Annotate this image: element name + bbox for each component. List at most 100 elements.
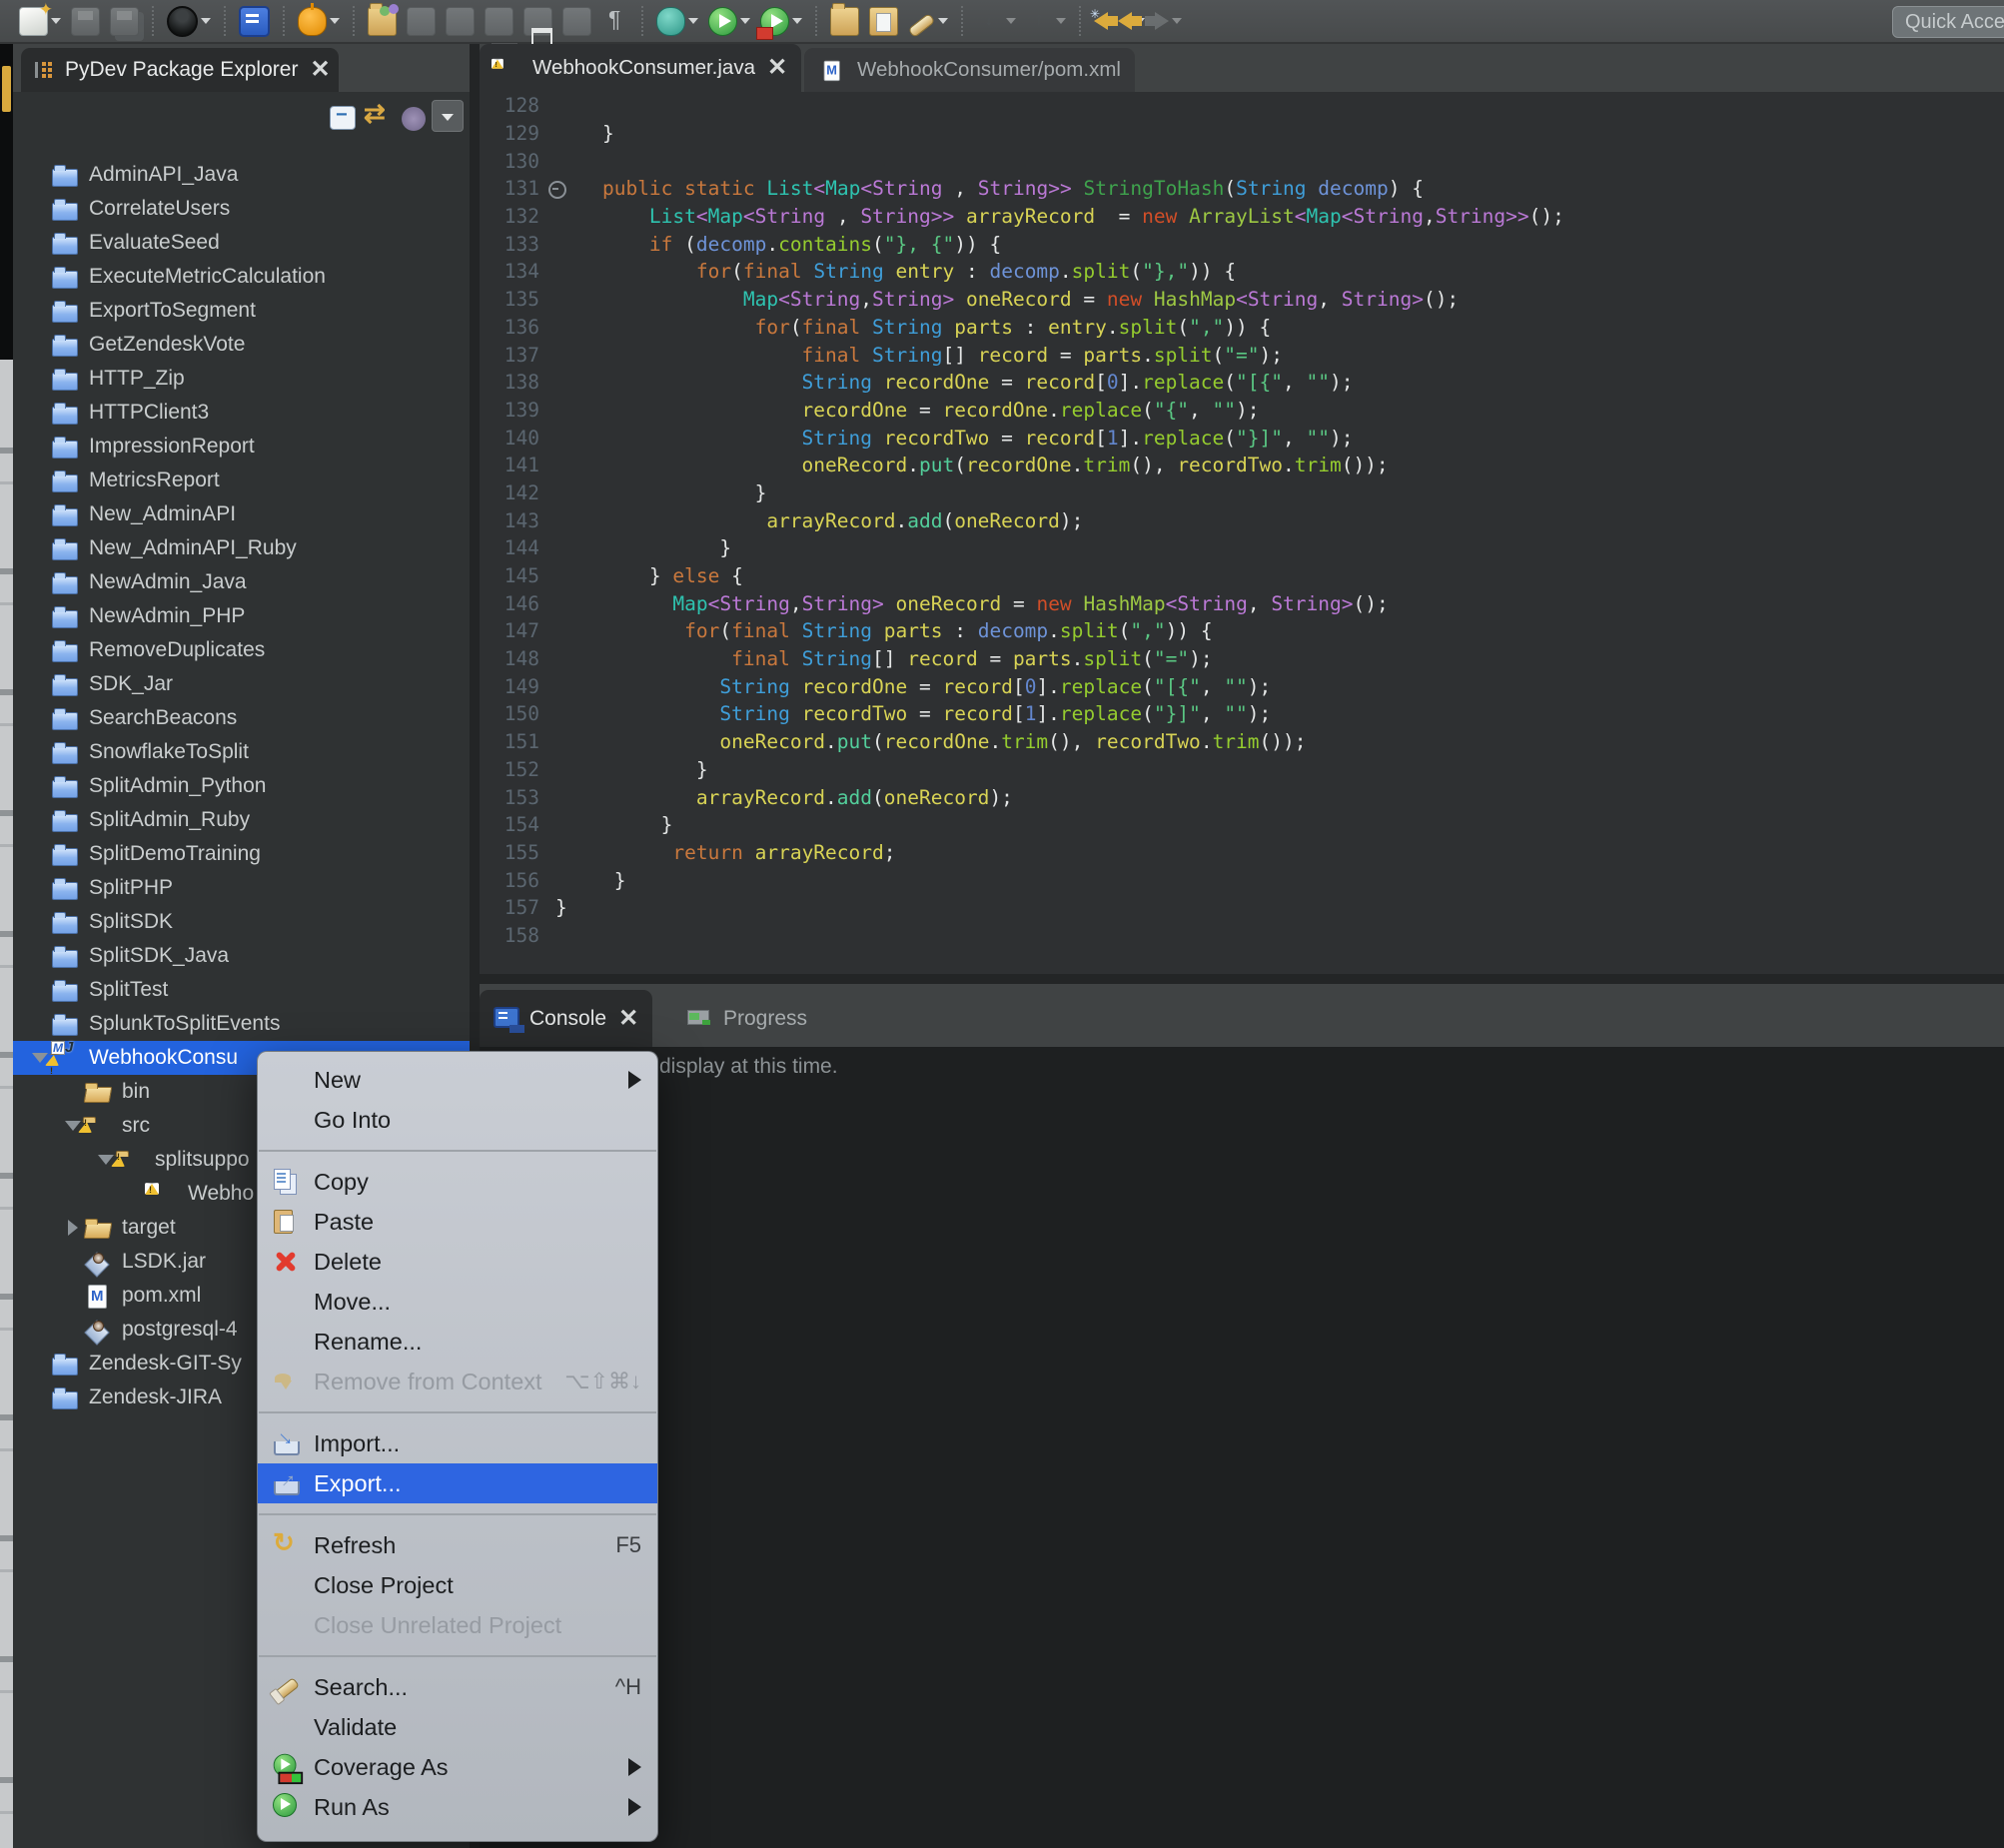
tree-item-newadmin-php[interactable]: NewAdmin_PHP	[13, 599, 470, 633]
menu-item-copy[interactable]: Copy	[258, 1162, 657, 1202]
fetch-down-dropdown-icon[interactable]	[1006, 18, 1016, 24]
menu-item-search-[interactable]: Search...^H	[258, 1667, 657, 1707]
checkstyle-dropdown-icon[interactable]	[330, 18, 340, 24]
open-file-button[interactable]	[828, 3, 861, 39]
clean-up-button[interactable]	[444, 3, 477, 39]
tree-item-new-adminapi-ruby[interactable]: New_AdminAPI_Ruby	[13, 531, 470, 565]
run-button[interactable]	[706, 3, 752, 39]
horizontal-sash[interactable]	[480, 974, 2004, 984]
tree-item-removeduplicates[interactable]: RemoveDuplicates	[13, 633, 470, 667]
close-view-icon[interactable]: ✕	[310, 60, 330, 80]
project-icon	[51, 637, 81, 664]
user-profile-icon	[167, 6, 198, 37]
tree-item-exporttosegment[interactable]: ExportToSegment	[13, 294, 470, 328]
user-profile-dropdown-icon[interactable]	[201, 18, 211, 24]
save-button[interactable]	[69, 3, 102, 39]
focus-on-working-set-button[interactable]	[402, 107, 426, 131]
java-editor[interactable]: 128129 }130131 public static List<Map<St…	[480, 92, 2004, 974]
menu-item-refresh[interactable]: RefreshF5	[258, 1525, 657, 1565]
code-text: for(final String parts : decomp.split(",…	[555, 619, 1213, 642]
collapse-all-button[interactable]	[330, 106, 356, 130]
folder-open-icon	[84, 1079, 114, 1106]
menu-item-rename-[interactable]: Rename...	[258, 1322, 657, 1362]
expand-arrow-icon[interactable]	[62, 1220, 84, 1236]
code-line: 155 return arrayRecord;	[480, 839, 2004, 867]
tree-item-label: Zendesk-GIT-Sy	[89, 1352, 242, 1376]
tree-item-splitadmin-python[interactable]: SplitAdmin_Python	[13, 769, 470, 803]
tree-item-splunktosplitevents[interactable]: SplunkToSplitEvents	[13, 1007, 470, 1041]
screenshot-button[interactable]	[405, 3, 438, 39]
tree-item-correlateusers[interactable]: CorrelateUsers	[13, 192, 470, 226]
menu-item-new[interactable]: New	[258, 1060, 657, 1100]
toolbar-separator	[1079, 6, 1081, 36]
menu-item-close-project[interactable]: Close Project	[258, 1565, 657, 1605]
line-number: 137	[480, 344, 545, 367]
menu-item-remove-from-context[interactable]: Remove from Context⌥⇧⌘↓	[258, 1362, 657, 1401]
console-tab-console[interactable]: Console✕	[480, 990, 652, 1047]
tree-item-executemetriccalculation[interactable]: ExecuteMetricCalculation	[13, 260, 470, 294]
editor-tab-webhookconsumer-java[interactable]: WebhookConsumer.java✕	[480, 44, 801, 92]
fetch-down-button[interactable]	[974, 3, 1018, 39]
tree-item-newadmin-java[interactable]: NewAdmin_Java	[13, 565, 470, 599]
back-button[interactable]	[1116, 3, 1147, 39]
external-tools-dropdown-icon[interactable]	[792, 18, 802, 24]
save-all-button[interactable]	[108, 3, 141, 39]
fetch-up-dropdown-icon[interactable]	[1056, 18, 1066, 24]
last-edit-location-button[interactable]	[1092, 3, 1110, 39]
fetch-up-button[interactable]	[1024, 3, 1068, 39]
outline-view-button[interactable]	[560, 3, 593, 39]
link-with-editor-button[interactable]	[362, 99, 396, 133]
tree-item-splitdemotraining[interactable]: SplitDemoTraining	[13, 837, 470, 871]
close-tab-icon[interactable]: ✕	[767, 58, 787, 78]
quick-access-box[interactable]: Quick Access	[1892, 6, 2004, 38]
run-dropdown-icon[interactable]	[740, 18, 750, 24]
menu-item-move-[interactable]: Move...	[258, 1282, 657, 1322]
clipboard-button[interactable]	[867, 3, 900, 39]
forward-dropdown-icon[interactable]	[1172, 18, 1182, 24]
tree-item-splitadmin-ruby[interactable]: SplitAdmin_Ruby	[13, 803, 470, 837]
menu-item-run-as[interactable]: Run As	[258, 1787, 657, 1827]
menu-item-go-into[interactable]: Go Into	[258, 1100, 657, 1140]
view-menu-button[interactable]	[432, 100, 464, 132]
remote-systems-button[interactable]	[237, 3, 272, 39]
debug-dropdown-icon[interactable]	[688, 18, 698, 24]
tree-item-splitphp[interactable]: SplitPHP	[13, 871, 470, 905]
tree-item-splitsdk[interactable]: SplitSDK	[13, 905, 470, 939]
console-tab-progress[interactable]: Progress	[673, 990, 821, 1047]
user-profile-button[interactable]	[165, 3, 213, 39]
menu-item-import-[interactable]: Import...	[258, 1423, 657, 1463]
menu-item-coverage-as[interactable]: Coverage As	[258, 1747, 657, 1787]
tree-item-sdk-jar[interactable]: SDK_Jar	[13, 667, 470, 701]
tree-item-splitsdk-java[interactable]: SplitSDK_Java	[13, 939, 470, 973]
menu-item-paste[interactable]: Paste	[258, 1202, 657, 1242]
menu-item-export-[interactable]: Export...	[258, 1463, 657, 1503]
checkstyle-button[interactable]	[296, 3, 342, 39]
tree-item-http-zip[interactable]: HTTP_Zip	[13, 362, 470, 396]
forward-button[interactable]	[1153, 3, 1184, 39]
marker-pen-dropdown-icon[interactable]	[938, 18, 948, 24]
close-tab-icon[interactable]: ✕	[618, 1009, 638, 1029]
new-wizard-button[interactable]	[17, 3, 63, 39]
tree-item-evaluateseed[interactable]: EvaluateSeed	[13, 226, 470, 260]
menu-item-validate[interactable]: Validate	[258, 1707, 657, 1747]
tree-item-snowflaketosplit[interactable]: SnowflakeToSplit	[13, 735, 470, 769]
debug-icon	[656, 7, 685, 36]
menu-item-delete[interactable]: Delete	[258, 1242, 657, 1282]
debug-button[interactable]	[654, 3, 700, 39]
tree-item-httpclient3[interactable]: HTTPClient3	[13, 396, 470, 430]
tab-pydev-package-explorer[interactable]: PyDev Package Explorer ✕	[21, 48, 339, 92]
fold-marker-icon[interactable]	[548, 181, 566, 199]
tree-item-metricsreport[interactable]: MetricsReport	[13, 463, 470, 497]
tree-item-getzendeskvote[interactable]: GetZendeskVote	[13, 328, 470, 362]
import-tasks-button[interactable]	[366, 3, 399, 39]
tree-item-searchbeacons[interactable]: SearchBeacons	[13, 701, 470, 735]
tree-item-new-adminapi[interactable]: New_AdminAPI	[13, 497, 470, 531]
menu-item-close-unrelated-project[interactable]: Close Unrelated Project	[258, 1605, 657, 1645]
tree-item-splittest[interactable]: SplitTest	[13, 973, 470, 1007]
tree-item-impressionreport[interactable]: ImpressionReport	[13, 430, 470, 463]
show-whitespace-button[interactable]	[599, 3, 630, 39]
external-tools-button[interactable]	[758, 3, 804, 39]
marker-pen-button[interactable]	[906, 3, 950, 39]
editor-tab-webhookconsumer-pom-xml[interactable]: WebhookConsumer/pom.xml	[804, 48, 1135, 92]
tree-item-adminapi-java[interactable]: AdminAPI_Java	[13, 158, 470, 192]
